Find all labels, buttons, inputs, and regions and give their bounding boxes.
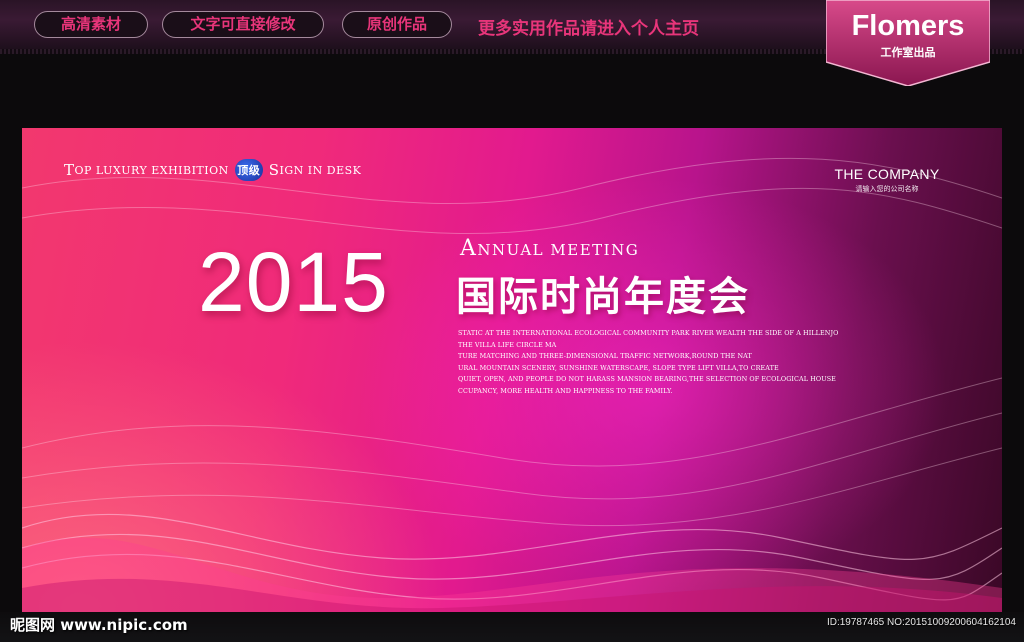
tagline-initial-t: T xyxy=(64,161,75,179)
site-watermark: 昵图网 www.nipic.com xyxy=(10,616,188,634)
annual-rest: NNUAL MEETING xyxy=(477,241,640,259)
brand-name: Flomers xyxy=(851,10,965,42)
tag-hd-material[interactable]: 高清素材 xyxy=(34,11,148,38)
tagline: T OP LUXURY EXHIBITION 顶级 S IGN IN DESK xyxy=(64,158,361,182)
tagline-left-text: OP LUXURY EXHIBITION xyxy=(74,163,229,177)
company-name: THE COMPANY xyxy=(834,166,940,182)
annual-initial: A xyxy=(460,236,478,261)
description-line: THE VILLA LIFE CIRCLE MA xyxy=(458,340,557,349)
annual-meeting-title: ANNUAL MEETING xyxy=(460,236,639,261)
tag-editable-text[interactable]: 文字可直接修改 xyxy=(162,11,324,38)
homepage-promo-link[interactable]: 更多实用作品请进入个人主页 xyxy=(478,14,699,39)
description-line: QUIET, OPEN, AND PEOPLE DO NOT HARASS MA… xyxy=(458,375,838,383)
event-description: STATIC AT THE INTERNATIONAL ECOLOGICAL C… xyxy=(458,328,838,397)
event-year: 2015 xyxy=(198,235,389,329)
image-id-label: ID:19787465 NO:20151009200604162104 xyxy=(826,617,1016,628)
top-grade-badge: 顶级 xyxy=(234,159,263,181)
company-block: THE COMPANY 请输入您的公司名称 xyxy=(828,166,946,194)
description-line: STATIC AT THE INTERNATIONAL ECOLOGICAL C… xyxy=(458,329,838,337)
brand-subtitle: 工作室出品 xyxy=(880,46,936,59)
event-title-chinese: 国际时尚年度会 xyxy=(456,274,750,320)
tagline-right-text: IGN IN DESK xyxy=(279,163,362,177)
description-line: TURE MATCHING AND THREE-DIMENSIONAL TRAF… xyxy=(458,352,752,360)
tag-original-work[interactable]: 原创作品 xyxy=(342,11,452,38)
tagline-initial-s: S xyxy=(268,161,280,179)
event-banner: T OP LUXURY EXHIBITION 顶级 S IGN IN DESK … xyxy=(22,128,1002,612)
brand-logo[interactable]: Flomers 工作室出品 xyxy=(826,0,990,86)
company-name-placeholder: 请输入您的公司名称 xyxy=(855,185,919,193)
description-line: URAL MOUNTAIN SCENERY, SUNSHINE WATERSCA… xyxy=(458,363,779,372)
description-line: CCUPANCY, MORE HEALTH AND HAPPINESS TO T… xyxy=(458,386,673,395)
